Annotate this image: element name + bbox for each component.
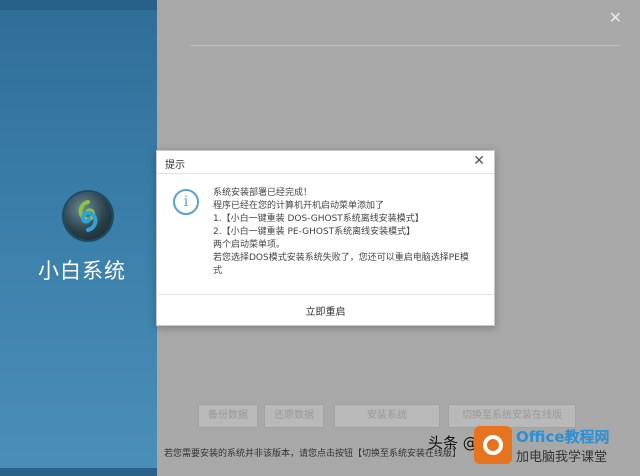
watermark-text: 头条 @ bbox=[428, 434, 478, 452]
office-logo-icon bbox=[474, 426, 512, 464]
dialog-header: 提示 ✕ bbox=[157, 151, 494, 174]
message-line: 2.【小白一键重装 PE-GHOST系统离线安装模式】 bbox=[213, 227, 416, 237]
message-line: 1.【小白一键重装 DOS-GHOST系统离线安装模式】 bbox=[213, 214, 424, 224]
sidebar-top-bar bbox=[0, 0, 157, 10]
message-line: 系统安装部署已经完成！ bbox=[213, 188, 313, 198]
dialog-close-icon[interactable]: ✕ bbox=[473, 154, 485, 168]
prompt-dialog: 提示 ✕ i 系统安装部署已经完成！ 程序已经在您的计算机开机启动菜单添加了 1… bbox=[156, 150, 495, 326]
dialog-message: 系统安装部署已经完成！ 程序已经在您的计算机开机启动菜单添加了 1.【小白一键重… bbox=[213, 187, 475, 278]
restart-now-button[interactable]: 立即重启 bbox=[157, 303, 494, 318]
brand-name: 小白系统 bbox=[38, 259, 126, 283]
message-line: 若您选择DOS模式安装系统失败了，您还可以重启电脑选择PE模式 bbox=[213, 253, 469, 276]
install-system-button[interactable]: 安装系统 bbox=[334, 404, 440, 428]
logo-icon bbox=[64, 192, 112, 240]
office-logo-ring bbox=[483, 435, 503, 455]
info-icon: i bbox=[173, 189, 199, 215]
header-divider bbox=[190, 45, 620, 46]
office-title: Office教程网 bbox=[516, 428, 610, 446]
office-watermark: Office教程网 加电脑我学课堂 bbox=[474, 424, 634, 468]
backup-data-button[interactable]: 备份数据 bbox=[198, 404, 258, 428]
version-notice: 若您需要安装的系统并非该版本，请您点击按钮【切换至系统安装在线版】 bbox=[164, 449, 462, 459]
swirl-icon bbox=[78, 200, 98, 232]
office-subtitle: 加电脑我学课堂 bbox=[516, 450, 608, 465]
app-window: 小白系统 ✕ 备份数据 还原数据 安装系统 切换至系统安装在线版 若您需要安装的… bbox=[0, 0, 640, 476]
restore-data-button[interactable]: 还原数据 bbox=[264, 404, 324, 428]
sidebar: 小白系统 bbox=[0, 0, 157, 476]
sidebar-bottom-bar bbox=[0, 468, 157, 476]
message-line: 两个启动菜单项。 bbox=[213, 240, 286, 250]
window-close-icon[interactable]: ✕ bbox=[609, 10, 622, 26]
dialog-title: 提示 bbox=[165, 160, 185, 171]
dialog-footer: 立即重启 bbox=[157, 294, 494, 325]
message-line: 程序已经在您的计算机开机启动菜单添加了 bbox=[213, 201, 385, 211]
